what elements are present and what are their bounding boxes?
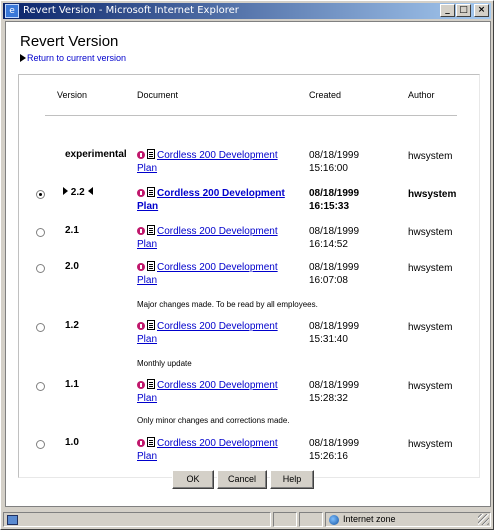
- document-icon[interactable]: [147, 437, 155, 447]
- document-link[interactable]: Cordless 200 Development Plan: [137, 150, 278, 174]
- globe-icon: [329, 515, 339, 525]
- status-pane: [299, 512, 323, 527]
- document-cell: Cordless 200 Development Plan: [137, 261, 305, 287]
- header-version: Version: [57, 90, 88, 100]
- resize-grip-icon[interactable]: [478, 514, 489, 525]
- page-title: Revert Version: [20, 33, 119, 50]
- header-divider: [45, 115, 457, 116]
- document-icon[interactable]: [147, 225, 155, 235]
- current-marker-icon: [88, 187, 94, 195]
- version-label: 2.2: [63, 187, 94, 198]
- version-radio[interactable]: [36, 323, 45, 332]
- version-label: 1.0: [65, 437, 79, 448]
- created-cell: 08/18/1999 16:15:33: [309, 188, 360, 212]
- version-radio[interactable]: [36, 264, 45, 273]
- ie-icon: e: [5, 4, 19, 18]
- current-marker-icon: [63, 187, 68, 195]
- created-cell: 08/18/1999 15:31:40: [309, 321, 360, 345]
- author-cell: hwsystem: [408, 263, 453, 274]
- document-icon[interactable]: [147, 379, 155, 389]
- document-cell: Cordless 200 Development Plan: [137, 320, 305, 346]
- document-link[interactable]: Cordless 200 Development Plan: [137, 321, 278, 345]
- created-cell: 08/18/1999 15:16:00: [309, 150, 360, 174]
- document-icon[interactable]: [147, 320, 155, 330]
- document-icon[interactable]: [147, 261, 155, 271]
- created-cell: 08/18/1999 15:26:16: [309, 438, 360, 462]
- checkin-icon[interactable]: [137, 151, 145, 159]
- window-title: Revert Version - Microsoft Internet Expl…: [23, 5, 239, 16]
- status-pane-zone: Internet zone: [325, 512, 491, 527]
- return-link[interactable]: Return to current version: [20, 53, 126, 63]
- arrow-right-icon: [20, 54, 26, 62]
- author-cell: hwsystem: [408, 189, 457, 200]
- browser-window: e Revert Version - Microsoft Internet Ex…: [0, 0, 494, 530]
- checkin-icon[interactable]: [137, 322, 145, 330]
- checkin-icon[interactable]: [137, 189, 145, 197]
- version-radio[interactable]: [36, 440, 45, 449]
- author-cell: hwsystem: [408, 322, 453, 333]
- version-radio[interactable]: [36, 228, 45, 237]
- document-link[interactable]: Cordless 200 Development Plan: [137, 262, 278, 286]
- version-comment: Major changes made. To be read by all em…: [137, 300, 318, 309]
- version-label: 2.1: [65, 225, 79, 236]
- author-cell: hwsystem: [408, 381, 453, 392]
- checkin-icon[interactable]: [137, 439, 145, 447]
- document-link[interactable]: Cordless 200 Development Plan: [137, 438, 278, 462]
- maximize-button[interactable]: □: [456, 4, 471, 17]
- document-icon[interactable]: [147, 187, 155, 197]
- author-cell: hwsystem: [408, 151, 453, 162]
- document-cell: Cordless 200 Development Plan: [137, 437, 305, 463]
- window-controls: _ □ ×: [439, 4, 489, 17]
- header-document: Document: [137, 90, 179, 100]
- checkin-icon[interactable]: [137, 227, 145, 235]
- minimize-button[interactable]: _: [440, 4, 455, 17]
- page-content: Revert Version Return to current version…: [5, 21, 491, 507]
- versions-panel: Version Document Created Author experime…: [18, 74, 480, 478]
- version-radio[interactable]: [36, 190, 45, 199]
- status-pane-main: [3, 512, 271, 527]
- zone-label: Internet zone: [343, 514, 396, 524]
- status-pane: [273, 512, 297, 527]
- version-comment: Monthly update: [137, 359, 192, 368]
- created-cell: 08/18/1999 16:07:08: [309, 262, 360, 286]
- ok-button[interactable]: OK: [172, 470, 214, 489]
- version-label: 2.0: [65, 261, 79, 272]
- document-link[interactable]: Cordless 200 Development Plan: [137, 226, 278, 250]
- document-cell: Cordless 200 Development Plan: [137, 149, 305, 175]
- created-cell: 08/18/1999 15:28:32: [309, 380, 360, 404]
- return-link-label: Return to current version: [27, 53, 127, 63]
- document-link[interactable]: Cordless 200 Development Plan: [137, 380, 278, 404]
- document-link[interactable]: Cordless 200 Development Plan: [137, 188, 285, 212]
- title-bar[interactable]: e Revert Version - Microsoft Internet Ex…: [3, 3, 491, 19]
- version-label: experimental: [65, 149, 127, 160]
- document-icon[interactable]: [147, 149, 155, 159]
- header-author: Author: [408, 90, 435, 100]
- author-cell: hwsystem: [408, 227, 453, 238]
- close-button[interactable]: ×: [474, 4, 489, 17]
- version-radio[interactable]: [36, 382, 45, 391]
- author-cell: hwsystem: [408, 439, 453, 450]
- checkin-icon[interactable]: [137, 381, 145, 389]
- version-label: 1.2: [65, 320, 79, 331]
- version-label: 1.1: [65, 379, 79, 390]
- version-comment: Only minor changes and corrections made.: [137, 416, 290, 425]
- created-cell: 08/18/1999 16:14:52: [309, 226, 360, 250]
- help-button[interactable]: Help: [270, 470, 314, 489]
- document-cell: Cordless 200 Development Plan: [137, 187, 305, 213]
- status-bar: Internet zone: [3, 511, 491, 528]
- header-created: Created: [309, 90, 342, 100]
- cancel-button[interactable]: Cancel: [217, 470, 267, 489]
- page-icon: [7, 515, 18, 525]
- document-cell: Cordless 200 Development Plan: [137, 379, 305, 405]
- checkin-icon[interactable]: [137, 263, 145, 271]
- document-cell: Cordless 200 Development Plan: [137, 225, 305, 251]
